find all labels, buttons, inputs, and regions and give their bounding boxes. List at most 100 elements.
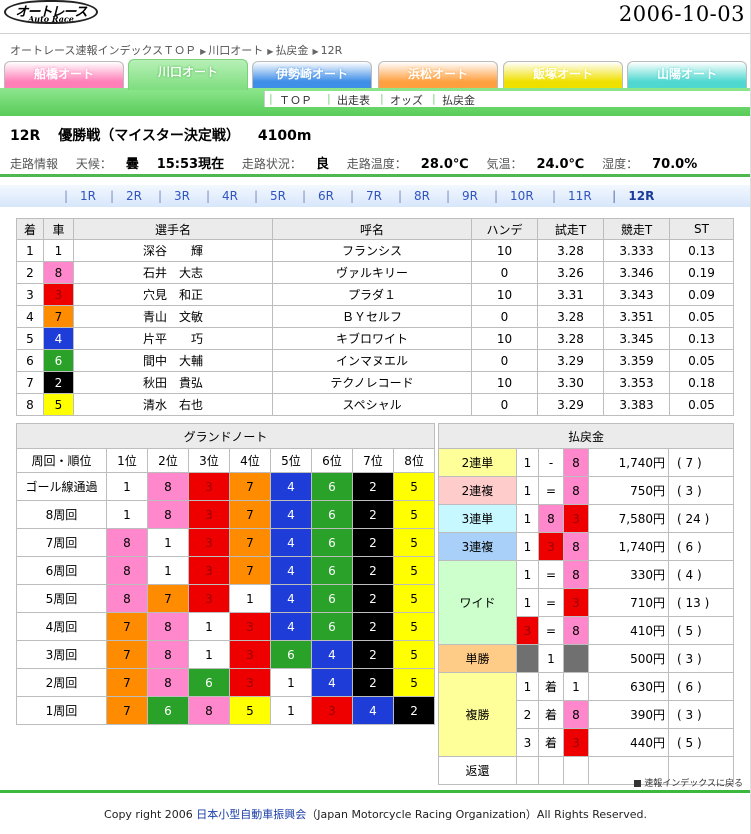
payout-combo-cell: 3 (563, 588, 589, 617)
car-position-cell: 8 (147, 668, 189, 697)
result-cell: 4 (16, 305, 44, 328)
race-nav-label: 1R (80, 189, 97, 203)
payout-row: ワイド 1 = 8 330円( 4 ) (438, 560, 735, 645)
car-position-cell: 4 (270, 472, 312, 501)
race-nav-1R[interactable]: | 1R (64, 189, 96, 203)
payout-combo-cell: 着 (538, 728, 564, 757)
car-position-cell: 8 (106, 528, 148, 557)
race-nav-12R[interactable]: | 12R (612, 189, 654, 203)
payout-table: 払戻金 2連単 1-8 1,740円( 7 ) 2連複 1 = 8 750円( 3 ) 3連単 1… (437, 423, 735, 785)
race-nav-4R[interactable]: | 4R (206, 189, 238, 203)
race-nav-divider: | (350, 189, 355, 203)
payout-combo-cell (516, 756, 539, 785)
result-cell: 6 (16, 349, 44, 372)
grand-note-title: グランドノート (15, 423, 436, 449)
lap-label: 6周回 (16, 556, 107, 585)
car-position-cell: 5 (229, 696, 271, 725)
result-cell: 2 (16, 261, 44, 284)
back-to-index-link[interactable]: 速報インデックスに戻る (634, 776, 743, 789)
venue-tab-6[interactable]: 山陽オート (627, 61, 747, 88)
car-position-cell: 6 (311, 584, 353, 613)
breadcrumb-payout[interactable]: 払戻金 (275, 44, 308, 57)
race-nav-9R[interactable]: | 9R (446, 189, 478, 203)
result-cell: 1 (16, 239, 44, 262)
venue-tab-4[interactable]: 浜松オート (378, 61, 498, 88)
car-position-cell: 7 (106, 696, 148, 725)
race-nav-2R[interactable]: | 2R (110, 189, 142, 203)
race-nav-6R[interactable]: | 6R (302, 189, 334, 203)
grand-note-header-cell: 5位 (270, 448, 312, 473)
result-cell: キブロワイト (272, 327, 472, 350)
breadcrumb-kawaguchi[interactable]: 川口オート (208, 44, 263, 57)
autorace-logo[interactable]: オートレース Auto Race (4, 0, 98, 24)
payout-popularity: ( 6 ) (667, 532, 735, 561)
subnav-top[interactable]: ＴＯＰ (279, 92, 312, 108)
race-nav-3R[interactable]: | 3R (158, 189, 190, 203)
race-nav-10R[interactable]: | 10R (494, 189, 534, 203)
race-nav-label: 2R (126, 189, 143, 203)
car-position-cell: 6 (188, 668, 230, 697)
footer-org-link[interactable]: 日本小型自動車振興会 (196, 808, 306, 821)
payout-combo-cell: 3 (516, 728, 539, 757)
results-header-cell: 車 (43, 218, 74, 240)
venue-tab-5[interactable]: 飯塚オート (503, 61, 623, 88)
payout-combo-cell: 1 (516, 448, 539, 477)
race-nav-8R[interactable]: | 8R (398, 189, 430, 203)
car-position-cell: 7 (229, 500, 271, 529)
grand-note-header-cell: 4位 (229, 448, 271, 473)
venue-tab-3[interactable]: 伊勢崎オート (252, 61, 372, 88)
car-position-cell: 6 (311, 500, 353, 529)
car-position-cell: 4 (270, 612, 312, 641)
car-position-cell: 1 (147, 556, 189, 585)
result-cell: 穴見 和正 (73, 283, 273, 306)
payout-type: 2連単 (438, 448, 517, 477)
results-header-cell: 競走T (603, 218, 670, 240)
lap-label: 1周回 (16, 696, 107, 725)
car-position-cell: 1 (188, 640, 230, 669)
track-temp-value: 28.0℃ (420, 157, 469, 172)
car-position-cell: 2 (352, 668, 394, 697)
car-position-cell: 5 (392, 612, 436, 641)
result-cell: 3.30 (537, 371, 604, 394)
payout-amount: 390円 (588, 700, 669, 729)
car-position-cell: 8 (106, 556, 148, 585)
result-cell: 0 (471, 393, 538, 416)
breadcrumb-index-top[interactable]: オートレース速報インデックスＴＯＰ (10, 44, 196, 57)
result-cell: 3.351 (603, 305, 670, 328)
payout-combo-cell: 1 (563, 672, 589, 701)
results-header-cell: 試走T (537, 218, 604, 240)
results-header-cell: ST (669, 218, 734, 240)
result-cell: 片平 巧 (73, 327, 273, 350)
payout-amount: 1,740円 (588, 448, 669, 477)
venue-tab-1[interactable]: 船橋オート (4, 61, 124, 88)
race-nav-11R[interactable]: | 11R (552, 189, 592, 203)
results-header-cell: ハンデ (471, 218, 538, 240)
race-name: 優勝戦（マイスター決定戦） (58, 128, 240, 144)
payout-type: 3連単 (438, 504, 517, 533)
track-label: 走路状況： (241, 157, 302, 171)
race-nav-5R[interactable]: | 5R (254, 189, 286, 203)
result-cell: 0.13 (669, 239, 734, 262)
race-nav-label: 12R (628, 189, 655, 203)
car-position-cell: 3 (188, 556, 230, 585)
car-position-cell: 4 (270, 556, 312, 585)
grand-note-header-cell: 周回・順位 (16, 448, 107, 473)
result-cell: 7 (16, 371, 44, 394)
payout-popularity: ( 6 ) (667, 672, 735, 701)
footer-divider (0, 790, 751, 793)
payout-row: 3連複 1 3 8 1,740円( 6 ) (438, 532, 735, 561)
race-nav-label: 9R (462, 189, 479, 203)
race-nav-7R[interactable]: | 7R (350, 189, 382, 203)
subnav-odds[interactable]: オッズ (390, 92, 423, 108)
payout-type: 単勝 (438, 644, 517, 673)
subnav-payout[interactable]: 払戻金 (442, 92, 475, 108)
payout-combo-cell: 着 (538, 672, 564, 701)
lap-label: 4周回 (16, 612, 107, 641)
grand-note-row: ゴール線通過 1 8 3 7 4 6 2 5 (16, 472, 436, 501)
result-row: 6 6 間中 大輔 インマヌエル 0 3.29 3.359 0.05 (16, 349, 734, 372)
car-position-cell: 4 (270, 584, 312, 613)
subnav-divider: | (327, 92, 331, 105)
result-cell: 3.28 (537, 327, 604, 350)
subnav-entries[interactable]: 出走表 (337, 92, 370, 108)
venue-tab-2[interactable]: 川口オート (128, 59, 248, 90)
